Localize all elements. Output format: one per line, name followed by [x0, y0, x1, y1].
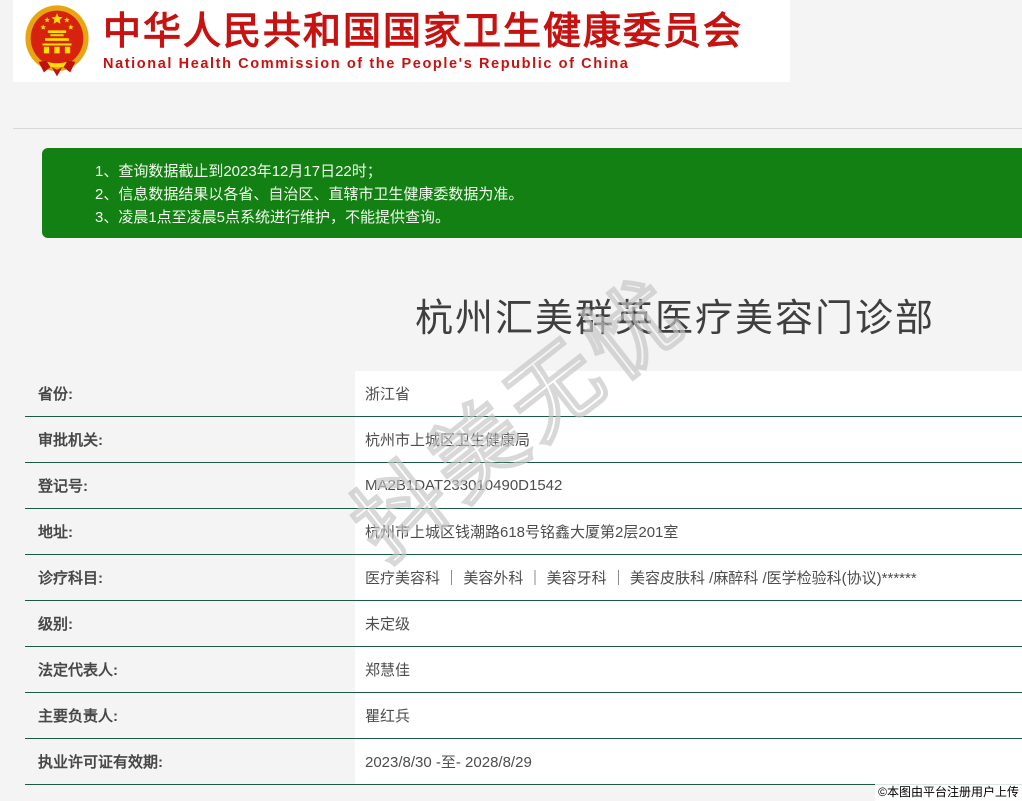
table-row-approval-authority: 审批机关: 杭州市上城区卫生健康局 [25, 417, 1022, 463]
table-row-medical-subjects: 诊疗科目: 医疗美容科 ｜ 美容外科 ｜ 美容牙科 ｜ 美容皮肤科 /麻醉科 /… [25, 555, 1022, 601]
header-banner[interactable]: 中华人民共和国国家卫生健康委员会 National Health Commiss… [13, 0, 790, 82]
notice-line: 1、查询数据截止到2023年12月17日22时； [95, 163, 382, 180]
field-label: 法定代表人: [25, 647, 355, 692]
table-row-province: 省份: 浙江省 [25, 371, 1022, 417]
table-row-address: 地址: 杭州市上城区钱潮路618号铭鑫大厦第2层201室 [25, 509, 1022, 555]
field-value: 未定级 [355, 601, 1022, 646]
field-value: 瞿红兵 [355, 693, 1022, 738]
institution-name: 杭州汇美群英医疗美容门诊部 [415, 298, 936, 340]
notice-line: 3、凌晨1点至凌晨5点系统进行维护，不能提供查询。 [95, 209, 451, 226]
field-label: 地址: [25, 509, 355, 554]
site-title-cn: 中华人民共和国国家卫生健康委员会 [103, 10, 744, 53]
institution-detail-table: 省份: 浙江省 审批机关: 杭州市上城区卫生健康局 登记号: MA2B1DAT2… [25, 371, 1022, 785]
field-value: 医疗美容科 ｜ 美容外科 ｜ 美容牙科 ｜ 美容皮肤科 /麻醉科 /医学检验科(… [355, 555, 1022, 600]
field-label: 省份: [25, 371, 355, 416]
field-value: 杭州市上城区钱潮路618号铭鑫大厦第2层201室 [355, 509, 1022, 554]
field-label: 登记号: [25, 463, 355, 508]
table-row-registration-number: 登记号: MA2B1DAT233010490D1542 [25, 463, 1022, 509]
page: 中华人民共和国国家卫生健康委员会 National Health Commiss… [0, 0, 1022, 801]
notice-line: 2、信息数据结果以各省、自治区、直辖市卫生健康委数据为准。 [95, 186, 524, 203]
field-label: 诊疗科目: [25, 555, 355, 600]
field-value: MA2B1DAT233010490D1542 [355, 463, 1022, 508]
field-value: 浙江省 [355, 371, 1022, 416]
field-value: 2023/8/30 -至- 2028/8/29 [355, 739, 1022, 784]
site-title-en: National Health Commission of the People… [103, 55, 630, 72]
field-label: 审批机关: [25, 417, 355, 462]
field-label: 级别: [25, 601, 355, 646]
table-row-license-validity: 执业许可证有效期: 2023/8/30 -至- 2028/8/29 [25, 739, 1022, 785]
notice-box: 1、查询数据截止到2023年12月17日22时； 2、信息数据结果以各省、自治区… [42, 148, 1022, 238]
table-row-level: 级别: 未定级 [25, 601, 1022, 647]
image-credit-badge: ©本图由平台注册用户上传 [875, 782, 1022, 801]
header-divider [13, 128, 1022, 129]
table-row-person-in-charge: 主要负责人: 瞿红兵 [25, 693, 1022, 739]
table-row-legal-representative: 法定代表人: 郑慧佳 [25, 647, 1022, 693]
field-value: 杭州市上城区卫生健康局 [355, 417, 1022, 462]
header-titles: 中华人民共和国国家卫生健康委员会 National Health Commiss… [103, 11, 743, 72]
field-label: 执业许可证有效期: [25, 739, 355, 784]
field-label: 主要负责人: [25, 693, 355, 738]
field-value: 郑慧佳 [355, 647, 1022, 692]
national-emblem-icon [25, 4, 89, 76]
